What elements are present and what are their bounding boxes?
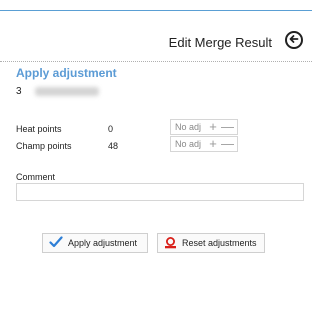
decrement-button[interactable]: — <box>221 120 234 134</box>
row-value: 0 <box>108 124 114 134</box>
header-divider <box>0 61 312 62</box>
competitor-line: 3 <box>16 86 99 97</box>
reset-icon <box>164 236 177 251</box>
arrow-left-icon <box>289 31 299 49</box>
page-title: Edit Merge Result <box>168 35 272 50</box>
row-label: Heat points <box>16 124 62 134</box>
competitor-name-redacted <box>34 87 99 96</box>
checkmark-icon <box>49 236 63 250</box>
comment-label: Comment <box>16 172 56 182</box>
comment-input[interactable] <box>16 183 304 201</box>
section-title: Apply adjustment <box>16 66 117 80</box>
increment-button[interactable]: + <box>207 137 219 151</box>
reset-adjustments-button[interactable]: Reset adjustments <box>157 233 265 253</box>
reset-adjustments-label: Reset adjustments <box>182 238 257 248</box>
apply-adjustment-label: Apply adjustment <box>68 238 138 248</box>
back-button[interactable] <box>285 31 303 49</box>
row-value: 48 <box>108 141 119 151</box>
apply-adjustment-button[interactable]: Apply adjustment <box>42 233 148 253</box>
row-label: Champ points <box>16 141 72 151</box>
competitor-number: 3 <box>16 86 22 97</box>
decrement-button[interactable]: — <box>221 137 234 151</box>
increment-button[interactable]: + <box>207 120 219 134</box>
top-divider <box>0 10 312 11</box>
